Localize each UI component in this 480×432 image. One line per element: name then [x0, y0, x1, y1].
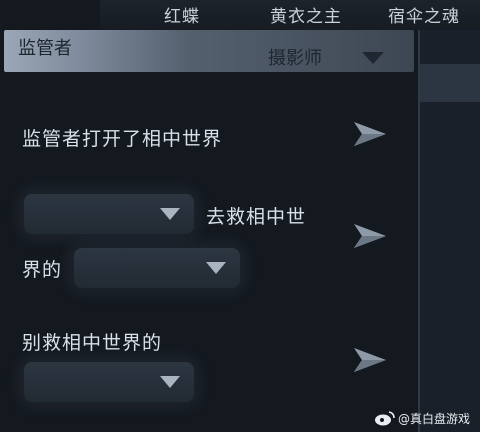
- send-icon[interactable]: [352, 120, 388, 148]
- tab-bar: 红蝶 黄衣之主 宿伞之魂: [100, 0, 480, 30]
- tab-susanzhihun[interactable]: 宿伞之魂: [388, 2, 460, 27]
- quick-message-3: 别救相中世界的: [22, 332, 163, 354]
- quick-message-1[interactable]: 监管者打开了相中世界: [22, 124, 222, 151]
- chevron-down-icon: [160, 208, 180, 220]
- chevron-down-icon: [206, 262, 226, 274]
- chevron-down-icon[interactable]: [362, 52, 384, 64]
- quick-message-2-part-b: 界的: [22, 259, 63, 281]
- side-panel-band: [420, 64, 480, 102]
- role-title: 监管者: [18, 38, 72, 59]
- tab-hongdie[interactable]: 红蝶: [164, 2, 200, 27]
- send-icon[interactable]: [352, 346, 388, 374]
- dropdown-3[interactable]: [24, 362, 194, 402]
- quick-message-2-part-a: 去救相中世: [206, 206, 307, 228]
- side-panel: [418, 30, 480, 432]
- dropdown-2[interactable]: [74, 248, 240, 288]
- tab-huangyizhizhu[interactable]: 黄衣之主: [270, 2, 342, 27]
- dropdown-1[interactable]: [24, 194, 194, 234]
- chevron-down-icon: [160, 376, 180, 388]
- role-select[interactable]: 摄影师: [268, 44, 322, 70]
- send-icon[interactable]: [352, 222, 388, 250]
- role-header: 监管者 摄影师: [4, 30, 414, 72]
- watermark: @真白盘游戏: [398, 412, 471, 426]
- weibo-icon: [375, 411, 395, 426]
